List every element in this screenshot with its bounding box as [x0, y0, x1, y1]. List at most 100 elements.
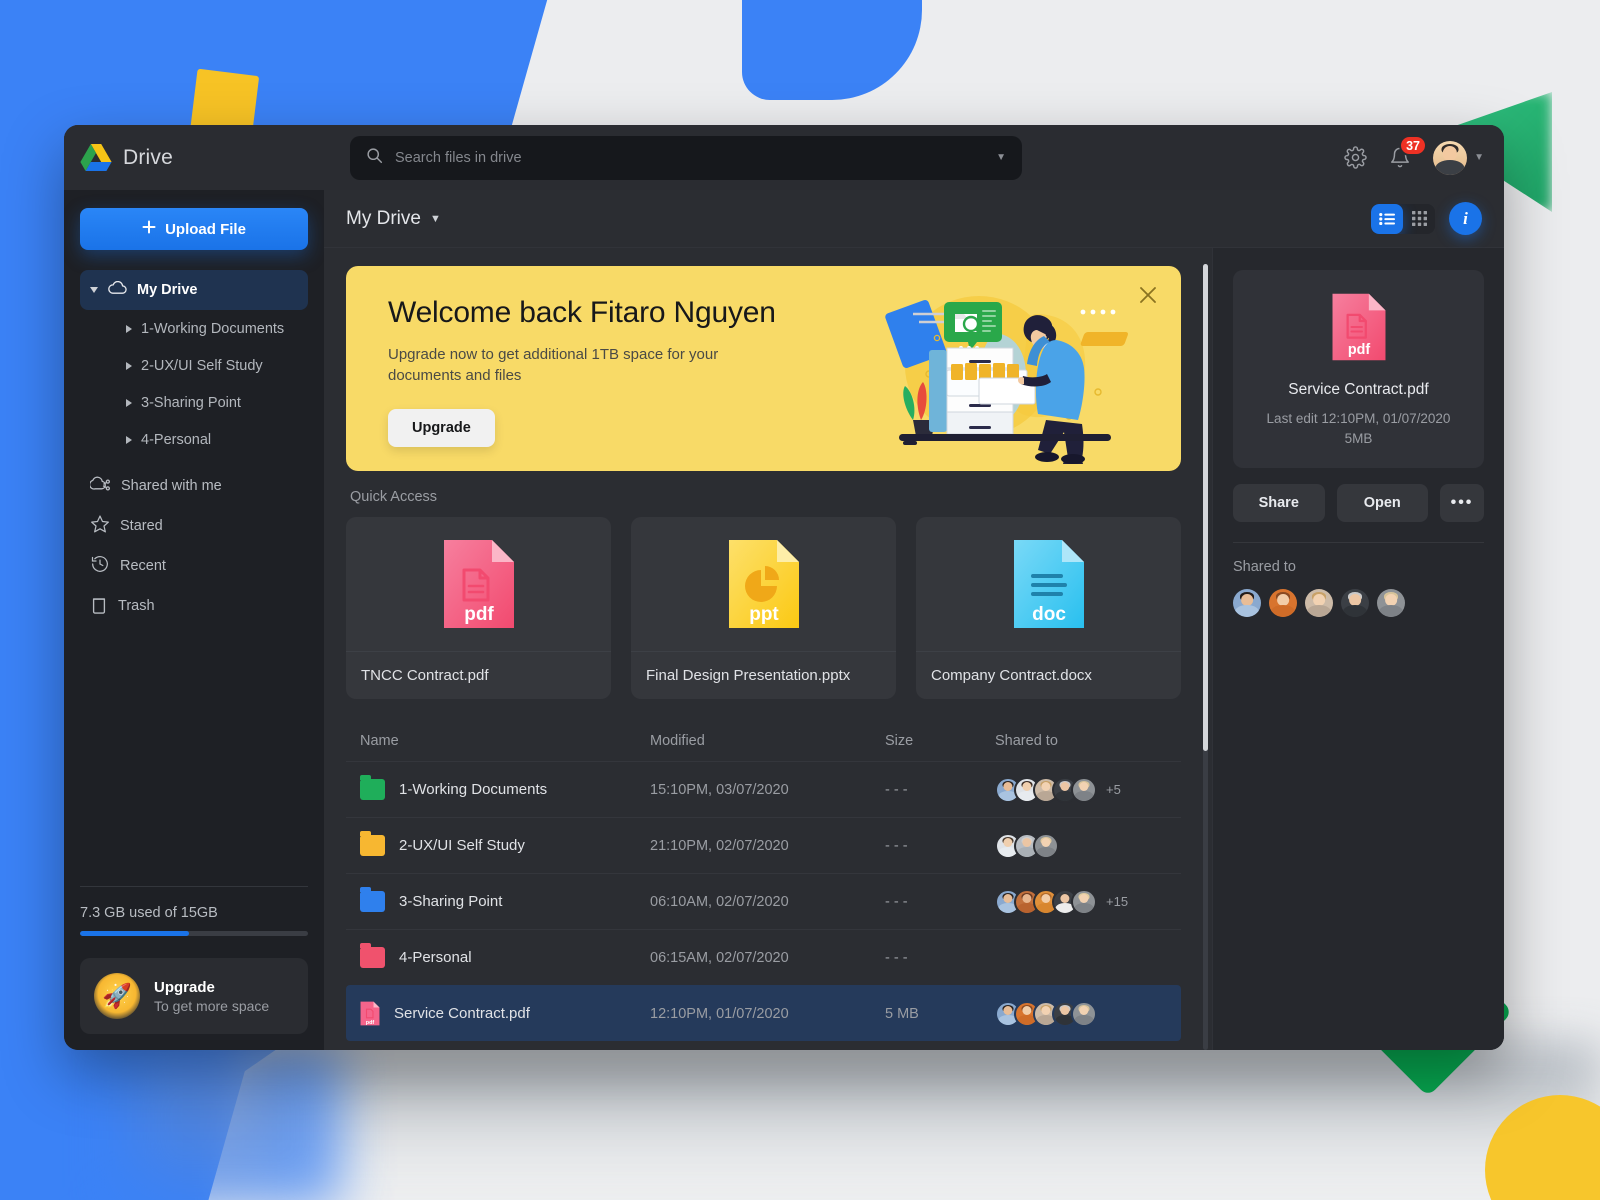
quick-access-card[interactable]: ppt Final Design Presentation.pptx — [631, 517, 896, 699]
file-size: - - - — [885, 893, 908, 910]
file-name: 3-Sharing Point — [399, 893, 503, 910]
file-name: 2-UX/UI Self Study — [399, 837, 525, 854]
svg-text:pdf: pdf — [1347, 342, 1370, 358]
sidebar-folder-4[interactable]: 4-Personal — [80, 421, 308, 458]
account-menu[interactable]: ▼ — [1433, 140, 1484, 175]
table-header: Name Modified Size Shared to — [346, 721, 1181, 761]
info-icon[interactable]: i — [1449, 202, 1482, 235]
decor-blue-blob — [742, 0, 922, 100]
details-file-size: 5MB — [1344, 430, 1373, 446]
avatar[interactable] — [1433, 140, 1468, 175]
breadcrumb[interactable]: My Drive ▼ — [346, 208, 441, 230]
table-row[interactable]: 1-Working Documents 15:10PM, 03/07/2020 … — [346, 761, 1181, 817]
list-view-icon[interactable] — [1371, 203, 1403, 234]
upload-file-button[interactable]: Upload File — [80, 208, 308, 250]
brand-name: Drive — [123, 145, 174, 169]
folder-icon — [360, 887, 385, 912]
toolbar: My Drive ▼ i — [324, 190, 1504, 248]
upgrade-card-subtitle: To get more space — [154, 997, 270, 1014]
star-icon — [90, 514, 110, 538]
shared-avatars[interactable] — [995, 832, 1167, 859]
details-shared-label: Shared to — [1233, 559, 1296, 576]
search-input[interactable]: Search files in drive — [395, 150, 984, 166]
sidebar-folder-2[interactable]: 2-UX/UI Self Study — [80, 347, 308, 384]
quick-access-card[interactable]: pdf TNCC Contract.pdf — [346, 517, 611, 699]
avatar[interactable] — [1233, 589, 1261, 618]
quick-access-card[interactable]: doc Company Contract.docx — [916, 517, 1181, 699]
triangle-right-icon — [126, 324, 132, 333]
quick-access-grid: pdf TNCC Contract.pdf ppt Final Design P… — [346, 517, 1181, 699]
avatar[interactable] — [1377, 589, 1405, 618]
avatar[interactable] — [1269, 589, 1297, 618]
sidebar-item-stared[interactable]: Stared — [80, 506, 308, 546]
file-name: Service Contract.pdf — [394, 1005, 530, 1022]
search-bar[interactable]: Search files in drive ▼ — [350, 135, 1022, 180]
share-button[interactable]: Share — [1233, 484, 1325, 523]
sidebar-item-label: Trash — [118, 598, 155, 614]
upgrade-card-title: Upgrade — [154, 978, 215, 996]
sidebar-item-label: Recent — [120, 558, 166, 574]
search-icon — [366, 147, 383, 169]
open-button[interactable]: Open — [1336, 484, 1428, 523]
gear-icon[interactable] — [1344, 146, 1367, 169]
sidebar-folder-label: 3-Sharing Point — [141, 394, 241, 411]
details-actions: Share Open ••• — [1233, 484, 1484, 523]
breadcrumb-label: My Drive — [346, 207, 421, 229]
bell-icon[interactable]: 37 — [1389, 135, 1427, 169]
shared-cloud-icon — [89, 476, 111, 496]
storage-section: 7.3 GB used of 15GB 🚀 Upgrade To get mor… — [80, 886, 308, 1050]
avatar[interactable] — [1071, 776, 1097, 803]
sidebar-item-my-drive[interactable]: My Drive — [80, 270, 308, 310]
avatar[interactable] — [1033, 832, 1059, 859]
file-table: Name Modified Size Shared to 1-Working D… — [346, 721, 1181, 1041]
grid-view-icon[interactable] — [1403, 204, 1435, 234]
avatar[interactable] — [1071, 888, 1097, 915]
close-icon[interactable] — [1137, 284, 1159, 306]
shared-avatars[interactable] — [995, 1000, 1167, 1027]
quick-access-label: Quick Access — [350, 489, 438, 505]
sidebar-item-label: Shared with me — [121, 478, 222, 494]
details-shared-avatars — [1233, 589, 1484, 618]
table-row[interactable]: pdf Service Contract.pdf 12:10PM, 01/07/… — [346, 985, 1181, 1041]
vertical-scrollbar[interactable] — [1203, 264, 1208, 1050]
triangle-right-icon — [126, 398, 132, 407]
avatar[interactable] — [1341, 589, 1369, 618]
file-preview-card: pdf Service Contract.pdf Last edit 12:10… — [1233, 270, 1484, 469]
avatar[interactable] — [1071, 1000, 1097, 1027]
more-options-button[interactable]: ••• — [1440, 484, 1484, 523]
search-filter-chevron-down-icon[interactable]: ▼ — [996, 152, 1006, 163]
welcome-banner: Welcome back Fitaro Nguyen Upgrade now t… — [346, 266, 1181, 471]
sidebar-folder-3[interactable]: 3-Sharing Point — [80, 384, 308, 421]
upload-file-label: Upload File — [165, 220, 246, 238]
table-row[interactable]: 3-Sharing Point 06:10AM, 02/07/2020 - - … — [346, 873, 1181, 929]
banner-upgrade-button[interactable]: Upgrade — [388, 408, 495, 447]
shared-avatars[interactable]: +15 — [995, 888, 1167, 915]
table-row[interactable]: 4-Personal 06:15AM, 02/07/2020 - - - — [346, 929, 1181, 985]
upgrade-card[interactable]: 🚀 Upgrade To get more space — [80, 958, 308, 1034]
notification-badge: 37 — [1399, 135, 1427, 156]
brand[interactable]: Drive — [80, 143, 324, 172]
quick-access-card-name: Final Design Presentation.pptx — [631, 651, 896, 699]
top-bar: Drive Search files in drive ▼ 37 ▼ — [64, 125, 1504, 190]
sidebar-folder-1[interactable]: 1-Working Documents — [80, 310, 308, 347]
file-name: 1-Working Documents — [399, 781, 548, 798]
breadcrumb-chevron-down-icon[interactable]: ▼ — [430, 213, 441, 225]
divider — [80, 886, 308, 887]
shared-avatars[interactable]: +5 — [995, 776, 1167, 803]
table-row[interactable]: 2-UX/UI Self Study 21:10PM, 02/07/2020 -… — [346, 817, 1181, 873]
account-chevron-down-icon[interactable]: ▼ — [1474, 152, 1484, 163]
sidebar-folder-label: 4-Personal — [141, 431, 212, 448]
banner-subtitle: Upgrade now to get additional 1TB space … — [388, 346, 719, 385]
info-button-label: i — [1463, 208, 1468, 228]
file-size: - - - — [885, 781, 908, 798]
app-window: Drive Search files in drive ▼ 37 ▼ Uploa… — [64, 125, 1504, 1050]
sidebar-item-shared-with-me[interactable]: Shared with me — [80, 466, 308, 506]
avatar[interactable] — [1305, 589, 1333, 618]
scrollbar-thumb[interactable] — [1203, 264, 1208, 752]
column-header-name: Name — [360, 733, 399, 749]
sidebar-item-trash[interactable]: Trash — [80, 586, 308, 626]
file-size: - - - — [885, 837, 908, 854]
sidebar-item-recent[interactable]: Recent — [80, 546, 308, 586]
view-controls: i — [1371, 202, 1482, 235]
view-toggle-group — [1371, 203, 1435, 234]
